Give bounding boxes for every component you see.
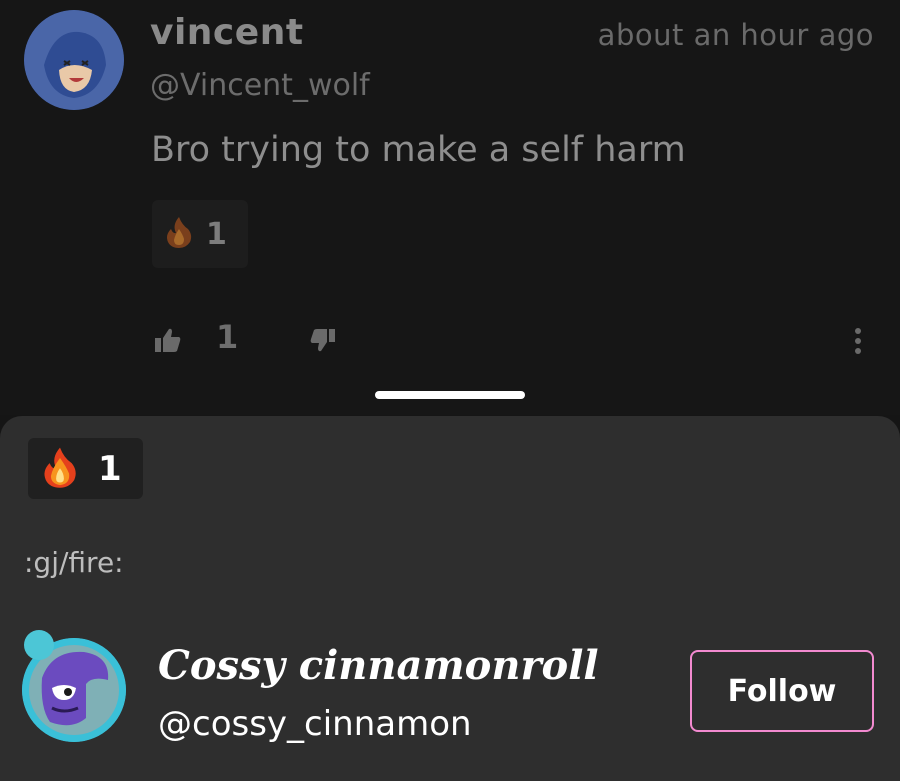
comment-reaction-count: 1 — [206, 216, 227, 252]
reaction-details-sheet: 1 :gj/fire: Cossy cinnamonroll @cossy_ci… — [0, 416, 900, 781]
comment-actions: 1 — [0, 316, 900, 366]
more-vertical-icon[interactable] — [852, 326, 864, 356]
comment-text: Bro trying to make a self harm — [151, 130, 686, 170]
avatar-badge-icon — [24, 630, 54, 660]
like-count: 1 — [216, 318, 239, 356]
commenter-avatar[interactable] — [24, 10, 124, 110]
commenter-handle: @Vincent_wolf — [150, 68, 370, 103]
reactor-handle: @cossy_cinnamon — [158, 704, 472, 744]
sheet-drag-handle[interactable] — [375, 391, 525, 399]
fire-icon — [164, 215, 194, 253]
fire-icon — [40, 445, 80, 493]
thumbs-up-icon[interactable] — [154, 326, 182, 354]
comment-card: vincent @Vincent_wolf about an hour ago … — [0, 0, 900, 415]
follow-button[interactable]: Follow — [690, 650, 874, 732]
reactor-display-name[interactable]: Cossy cinnamonroll — [158, 642, 599, 689]
emoji-code: :gj/fire: — [24, 546, 124, 579]
commenter-username[interactable]: vincent — [150, 12, 304, 53]
reaction-count: 1 — [98, 448, 122, 489]
comment-reaction-chip[interactable]: 1 — [152, 200, 248, 268]
comment-timestamp: about an hour ago — [597, 18, 874, 52]
reaction-chip[interactable]: 1 — [28, 438, 143, 499]
thumbs-down-icon[interactable] — [310, 328, 336, 354]
